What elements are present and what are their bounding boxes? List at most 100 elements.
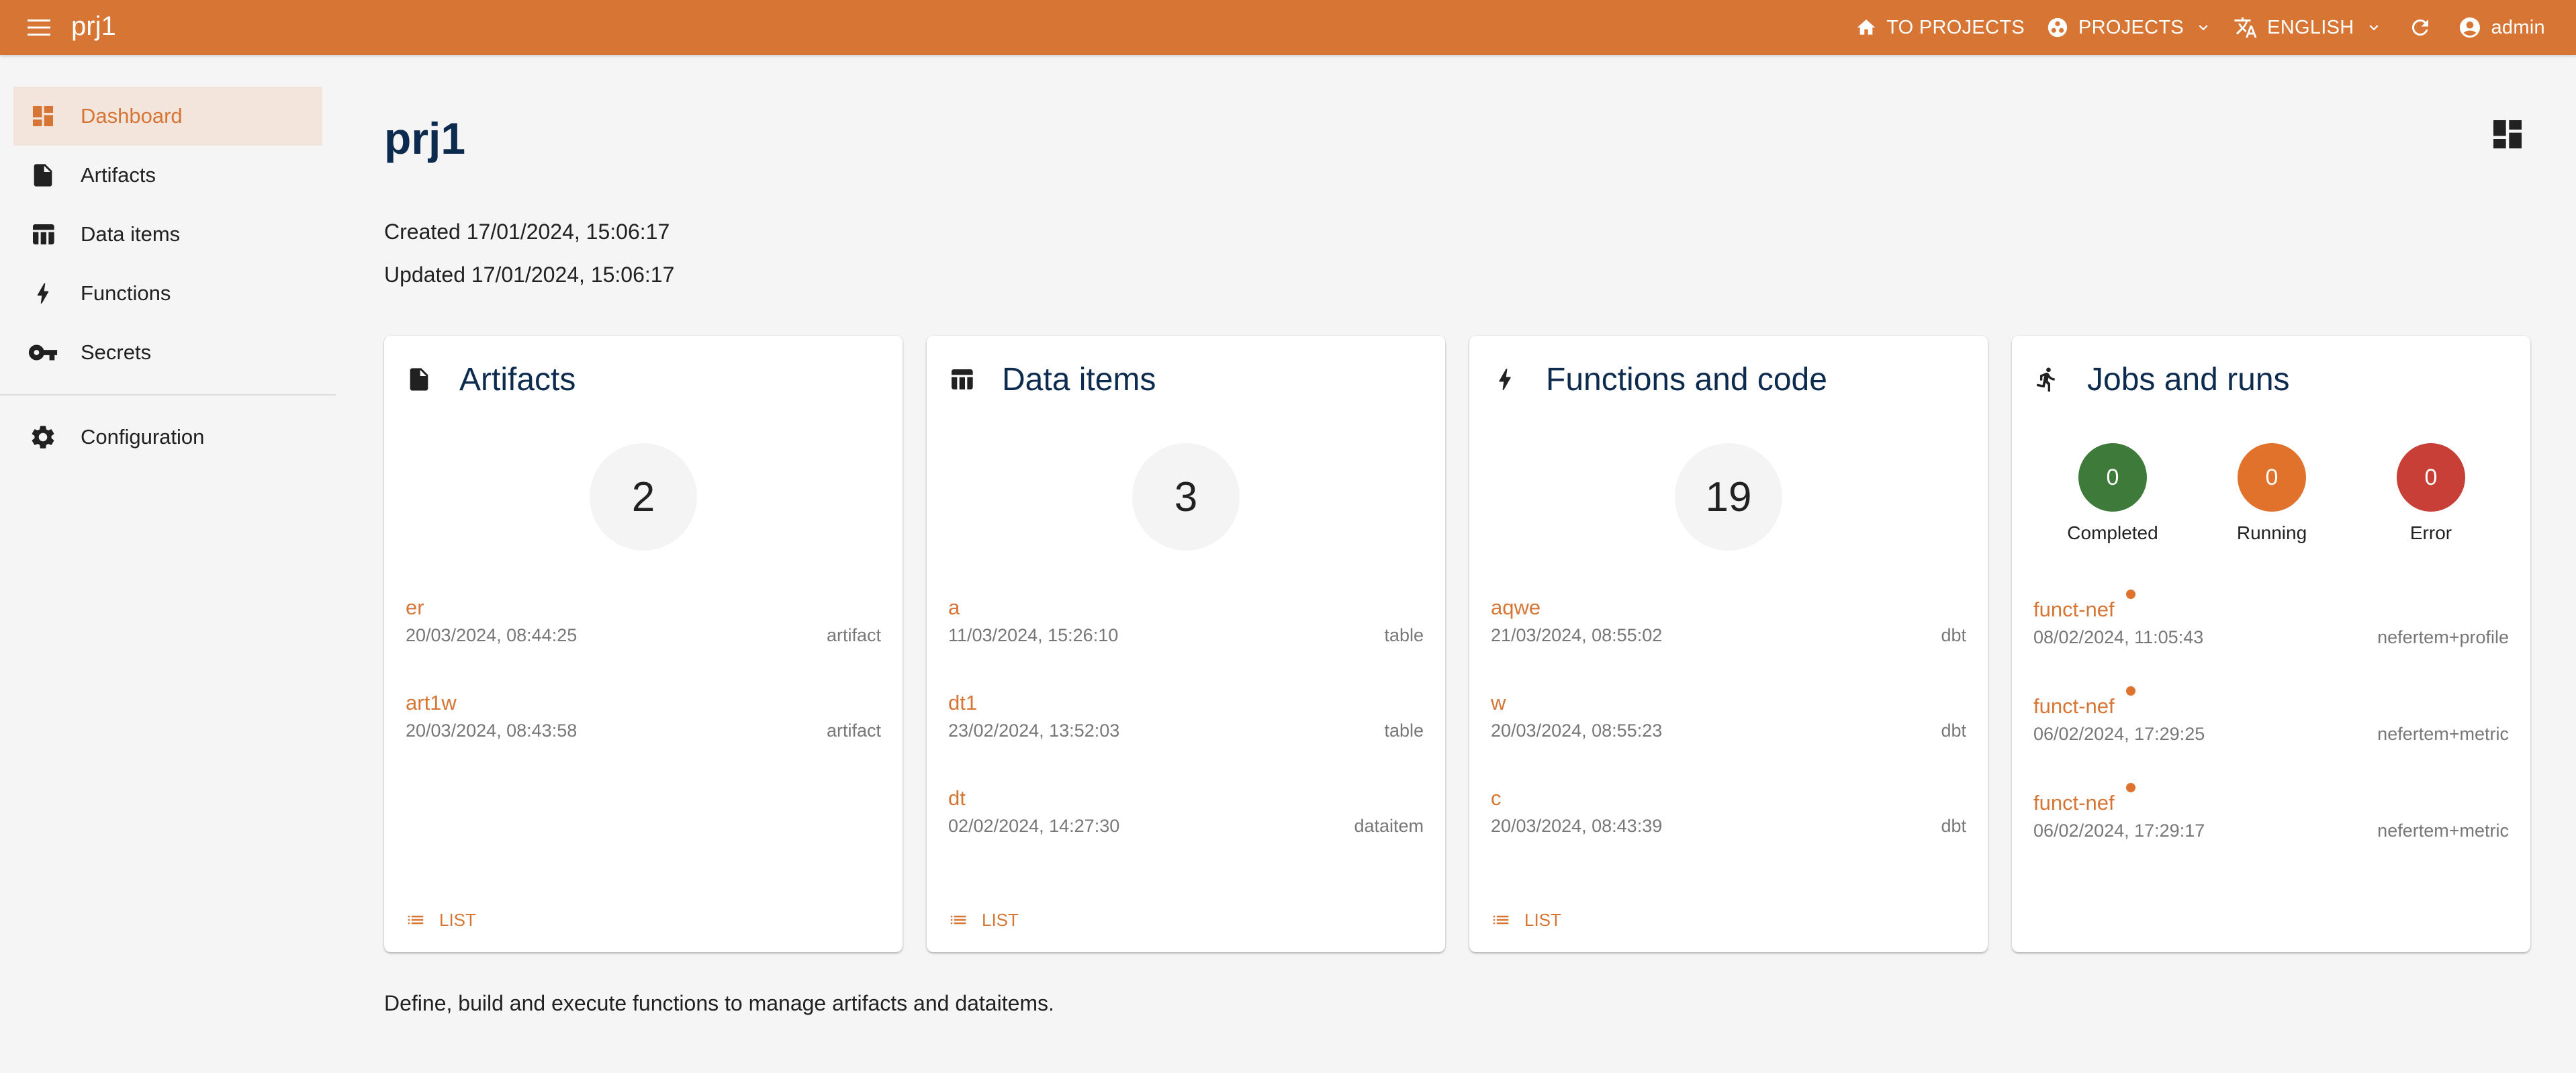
run-item[interactable]: funct-nef 06/02/2024, 17:29:17 nefertem+… — [2033, 783, 2509, 865]
item-date: 08/02/2024, 11:05:43 — [2033, 627, 2204, 647]
sidebar-item-artifacts[interactable]: Artifacts — [13, 146, 322, 205]
page-title: prj1 — [384, 113, 466, 163]
artifacts-count: 2 — [590, 443, 697, 551]
item-name[interactable]: aqwe — [1491, 596, 1540, 620]
list-item[interactable]: dt 02/02/2024, 14:27:30 dataitem — [948, 786, 1424, 860]
item-kind: table — [1384, 720, 1424, 741]
list-item[interactable]: c 20/03/2024, 08:43:39 dbt — [1491, 786, 1966, 860]
error-count: 0 — [2397, 443, 2465, 512]
stat-label: Running — [2236, 522, 2307, 543]
bolt-icon — [1499, 369, 1511, 390]
functions-list-button[interactable]: LIST — [1488, 905, 1564, 935]
card-title: Jobs and runs — [2087, 361, 2290, 398]
sidebar-item-functions[interactable]: Functions — [13, 264, 322, 323]
item-name[interactable]: er — [406, 596, 424, 620]
item-kind: nefertem+metric — [2377, 821, 2509, 841]
item-name[interactable]: funct-nef — [2033, 694, 2115, 718]
item-name[interactable]: funct-nef — [2033, 598, 2115, 622]
sidebar-item-configuration[interactable]: Configuration — [13, 408, 322, 467]
item-kind: table — [1384, 625, 1424, 645]
item-date: 11/03/2024, 15:26:10 — [948, 625, 1119, 645]
file-icon — [23, 155, 63, 195]
item-date: 20/03/2024, 08:43:39 — [1491, 816, 1663, 836]
dataitems-card: Data items 3 a 11/03/2024, 15:26:10 tabl… — [927, 336, 1445, 952]
stat-running: 0 Running — [2205, 443, 2339, 544]
projects-label: PROJECTS — [2078, 16, 2184, 38]
stat-completed: 0 Completed — [2045, 443, 2180, 544]
updated-date: Updated 17/01/2024, 15:06:17 — [384, 263, 675, 287]
item-name[interactable]: w — [1491, 691, 1506, 715]
item-kind: dbt — [1941, 625, 1966, 645]
bolt-icon — [23, 273, 63, 314]
item-name[interactable]: funct-nef — [2033, 791, 2115, 815]
item-kind: nefertem+metric — [2377, 724, 2509, 744]
status-dot — [2126, 783, 2135, 792]
sidebar: Dashboard Artifacts Data items Functions… — [0, 55, 336, 1073]
refresh-button[interactable] — [2400, 7, 2440, 48]
card-title: Data items — [1002, 361, 1156, 398]
item-name[interactable]: art1w — [406, 691, 457, 715]
item-name[interactable]: dt — [948, 786, 966, 810]
sidebar-item-label: Data items — [81, 222, 181, 246]
item-date: 02/02/2024, 14:27:30 — [948, 816, 1120, 836]
list-item[interactable]: art1w 20/03/2024, 08:43:58 artifact — [406, 691, 881, 765]
table-icon — [23, 214, 63, 254]
list-item[interactable]: w 20/03/2024, 08:55:23 dbt — [1491, 691, 1966, 765]
sidebar-item-secrets[interactable]: Secrets — [13, 323, 322, 382]
status-dot — [2126, 686, 2135, 696]
list-item[interactable]: er 20/03/2024, 08:44:25 artifact — [406, 596, 881, 669]
language-label: ENGLISH — [2267, 16, 2354, 38]
item-date: 20/03/2024, 08:44:25 — [406, 625, 578, 645]
key-icon — [23, 332, 63, 373]
runs-card: Jobs and runs 0 Completed 0 Running 0 Er… — [2012, 336, 2530, 952]
item-date: 20/03/2024, 08:55:23 — [1491, 720, 1663, 741]
language-dropdown[interactable]: ENGLISH — [2225, 7, 2390, 48]
home-icon — [1857, 19, 1876, 35]
run-item[interactable]: funct-nef 08/02/2024, 11:05:43 nefertem+… — [2033, 590, 2509, 671]
artifacts-list-button[interactable]: LIST — [403, 905, 479, 935]
sidebar-item-label: Configuration — [81, 425, 205, 449]
item-date: 06/02/2024, 17:29:25 — [2033, 724, 2205, 744]
item-date: 06/02/2024, 17:29:17 — [2033, 821, 2205, 841]
item-name[interactable]: c — [1491, 786, 1502, 810]
projects-dropdown[interactable]: PROJECTS — [2038, 7, 2220, 48]
list-icon — [408, 915, 424, 925]
dashboard-layout-button[interactable] — [2489, 115, 2526, 153]
run-item[interactable]: funct-nef 06/02/2024, 17:29:25 nefertem+… — [2033, 686, 2509, 768]
stat-error: 0 Error — [2364, 443, 2498, 544]
sidebar-item-data-items[interactable]: Data items — [13, 205, 322, 264]
created-date: Created 17/01/2024, 15:06:17 — [384, 220, 670, 244]
item-date: 23/02/2024, 13:52:03 — [948, 720, 1120, 741]
item-name[interactable]: dt1 — [948, 691, 977, 715]
to-projects-label: TO PROJECTS — [1886, 16, 2025, 38]
sidebar-item-dashboard[interactable]: Dashboard — [13, 87, 322, 146]
card-title: Functions and code — [1546, 361, 1827, 398]
to-projects-button[interactable]: TO PROJECTS — [1847, 7, 2033, 48]
artifacts-card: Artifacts 2 er 20/03/2024, 08:44:25 arti… — [384, 336, 903, 952]
dataitems-list-button[interactable]: LIST — [946, 905, 1021, 935]
dataitems-count: 3 — [1132, 443, 1240, 551]
translate-icon — [2234, 17, 2257, 38]
list-icon — [950, 915, 966, 925]
list-label: LIST — [1524, 909, 1561, 930]
gear-icon — [23, 417, 63, 457]
item-kind: dataitem — [1354, 816, 1424, 836]
workspaces-icon — [2048, 17, 2068, 38]
sidebar-item-label: Functions — [81, 281, 171, 305]
dashboard-icon — [23, 96, 63, 136]
chevron-down-icon — [2369, 25, 2378, 31]
list-item[interactable]: aqwe 21/03/2024, 08:55:02 dbt — [1491, 596, 1966, 669]
chevron-down-icon — [2199, 25, 2208, 31]
menu-button[interactable] — [24, 13, 54, 42]
runs-stats: 0 Completed 0 Running 0 Error — [2012, 443, 2530, 544]
item-name[interactable]: a — [948, 596, 960, 620]
functions-card: Functions and code 19 aqwe 21/03/2024, 0… — [1469, 336, 1988, 952]
user-menu-button[interactable]: admin — [2450, 7, 2554, 48]
app-title: prj1 — [71, 11, 116, 41]
project-description: Define, build and execute functions to m… — [384, 991, 1054, 1015]
dashboard-icon — [2493, 120, 2522, 148]
list-item[interactable]: dt1 23/02/2024, 13:52:03 table — [948, 691, 1424, 765]
list-item[interactable]: a 11/03/2024, 15:26:10 table — [948, 596, 1424, 669]
file-icon — [410, 368, 428, 391]
completed-count: 0 — [2078, 443, 2147, 512]
